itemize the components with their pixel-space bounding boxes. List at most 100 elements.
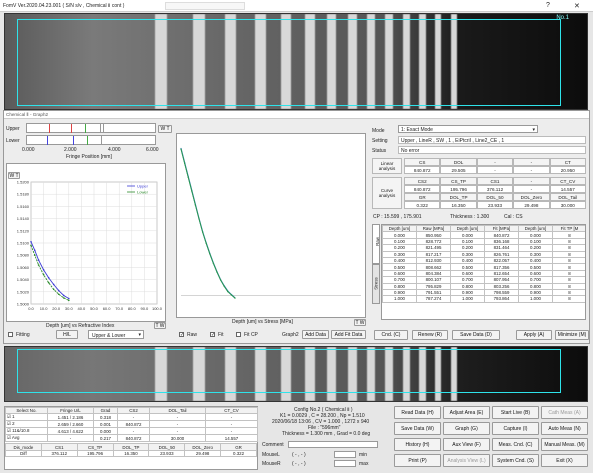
data-table-wrap[interactable]: Depth [um] Raw [MPa] Depth [um] Fit [MPa] De… <box>381 224 586 320</box>
comment-input[interactable] <box>288 441 378 448</box>
results-cell: 0.217 <box>93 434 118 443</box>
analysis-view-button[interactable]: Analysis View (L) <box>443 454 490 467</box>
y-tick-label: 1.5160 <box>17 204 30 209</box>
stress-plot <box>180 147 361 299</box>
auto-meas-button[interactable]: Auto Meas (N) <box>541 422 588 435</box>
add-data-button[interactable]: Add Data <box>302 330 329 339</box>
refractive-index-graph[interactable]: W T 1.5200 1.5180 1.5160 1.5140 1.5120 1.5100… <box>6 163 166 322</box>
results-cell: 2.659 / 2.660 <box>47 420 94 429</box>
data-point <box>194 204 196 206</box>
analysis-value-cell: 14.557 <box>549 185 586 193</box>
meas-cnd--button[interactable]: Meas. Cnd. (C) <box>492 438 539 451</box>
fit-checkbox[interactable]: ✓ <box>210 332 215 338</box>
right-graph-tw-toggle[interactable]: T W <box>354 319 366 326</box>
fitting-label: Fitting <box>16 332 30 338</box>
roi-box-bottom[interactable] <box>17 349 561 393</box>
history-button[interactable]: History (H) <box>394 438 441 451</box>
results-row[interactable]: ☑ 2 2.659 / 2.660 0.001 840.872- - <box>5 420 258 429</box>
status-value: No error <box>401 148 420 154</box>
data-point <box>180 148 182 150</box>
tab-stress[interactable]: Stress <box>372 264 380 304</box>
right-graph-xlabel: Depth [um] vs Stress [MPa] <box>232 319 293 325</box>
max-label: max <box>359 461 369 467</box>
refractive-index-plot: 1.5200 1.5180 1.5160 1.5140 1.5120 1.5100 1.50… <box>17 180 163 312</box>
analysis-header-cell: - <box>513 177 550 185</box>
graph-button[interactable]: Graph (G) <box>443 422 490 435</box>
save-data-button[interactable]: Save Data (D) <box>452 330 500 340</box>
fit-cp-checkbox[interactable] <box>236 332 241 337</box>
results-row[interactable]: ☑ Avg -0.217 840.872 30.000 14.557 <box>5 434 258 443</box>
results-cell: 1.451 / 2.186 <box>47 413 94 422</box>
data-point <box>227 291 229 293</box>
setting-value: Upper , LineR , SW , 1 , EiPtcriI , Line… <box>401 138 505 144</box>
tab-raw[interactable]: Raw <box>372 224 380 264</box>
mode-select[interactable]: 1: Exact Mode ▾ <box>398 125 538 133</box>
results-cell: Diff <box>5 449 42 458</box>
results-select-cell[interactable]: ☑ 2 <box>5 420 48 429</box>
aux-view-button[interactable]: Aux View (F) <box>443 438 490 451</box>
table-row[interactable]: 1.000 787.274 1.000 793.864 1.000 8 <box>382 295 585 303</box>
apply-button[interactable]: Apply (A) <box>516 330 552 340</box>
cnd-button[interactable]: Cnd. (C) <box>374 330 408 340</box>
results-cell: 4.613 / 4.622 <box>47 427 94 436</box>
add-fit-data-button[interactable]: Add Fit Data <box>331 330 366 339</box>
raw-checkbox[interactable]: ✓ <box>179 332 184 338</box>
fringe-strip-upper[interactable] <box>26 123 156 133</box>
data-point <box>234 297 236 299</box>
data-point <box>68 297 70 300</box>
save-data-button[interactable]: Save Data (W) <box>394 422 441 435</box>
cath-meas-button[interactable]: Cath Meas (A) <box>541 406 588 419</box>
left-graph-tw-toggle[interactable]: T W <box>154 322 166 329</box>
fringe-strip-lower[interactable] <box>26 135 156 145</box>
fringe-zoom-toggle[interactable]: W T <box>158 125 172 133</box>
results-row[interactable]: ☑ 1 1.451 / 2.186 0.318- - - <box>5 413 258 422</box>
table-cell: 1.000 <box>382 295 417 303</box>
x-tick-label: 100.0 <box>152 306 163 311</box>
table-cell: 1.000 <box>518 295 553 303</box>
analysis-header-cell: CT_CV <box>549 177 586 185</box>
analysis-header-cell: CS <box>404 158 441 166</box>
min-field[interactable] <box>334 451 356 458</box>
results-select-cell[interactable]: ☑ 11&/10.8 <box>5 427 48 436</box>
exit-button[interactable]: Exit (X) <box>541 454 588 467</box>
help-icon[interactable]: ? <box>546 2 550 9</box>
mode-label: Mode <box>372 128 385 134</box>
results-cell: - <box>47 434 94 443</box>
hl-button[interactable]: H/L <box>56 330 78 339</box>
title-tabs <box>165 2 245 10</box>
read-data-button[interactable]: Read Data (H) <box>394 406 441 419</box>
results-select-cell[interactable]: ☑ 1 <box>5 413 48 422</box>
x-tick-label: 20.0 <box>52 306 61 311</box>
camera-view-bottom <box>4 346 588 402</box>
results-cell: 0.318 <box>93 413 118 422</box>
data-point <box>57 289 60 292</box>
stress-graph[interactable] <box>176 133 366 318</box>
print-button[interactable]: Print (P) <box>394 454 441 467</box>
results-table-2: Dis_mode CS1 CS_TP DOL_TP DOL_50 DOL_Zero GR D… <box>5 443 257 458</box>
mousel-value: ( - , - ) <box>292 452 306 458</box>
fringe-select[interactable]: Upper & Lower ▾ <box>88 330 144 339</box>
data-point <box>47 276 50 279</box>
manual-meas--button[interactable]: Manual Meas. (M) <box>541 438 588 451</box>
analysis-header-cell: CS2 <box>404 177 441 185</box>
analysis-value-cell: - <box>513 185 550 193</box>
start-live-button[interactable]: Start Live (B) <box>492 406 539 419</box>
minimize-button[interactable]: Minimize (M) <box>555 330 589 340</box>
roi-box-top[interactable] <box>17 19 561 106</box>
system-cnd--button[interactable]: System Cnd. (S) <box>492 454 539 467</box>
renew-button[interactable]: Renew (R) <box>412 330 448 340</box>
close-icon[interactable]: ✕ <box>574 2 580 10</box>
capture-button[interactable]: Capture (I) <box>492 422 539 435</box>
results-select-cell[interactable]: ☑ Avg <box>5 434 48 443</box>
data-point <box>30 244 32 247</box>
y-tick-label: 1.5100 <box>17 241 30 246</box>
fitting-checkbox[interactable] <box>8 332 13 337</box>
adjust-area-button[interactable]: Adjust Area (E) <box>443 406 490 419</box>
analysis-value-cell: 30.000 <box>549 201 586 209</box>
analysis-header-cell: DOL_50 <box>476 193 514 201</box>
analysis-value-cell: - <box>476 166 514 174</box>
data-point <box>198 218 200 220</box>
analysis-value-cell: - <box>513 166 550 174</box>
results-row[interactable]: ☑ 11&/10.8 4.613 / 4.622 0.000- - - <box>5 427 258 436</box>
max-field[interactable] <box>334 460 356 467</box>
